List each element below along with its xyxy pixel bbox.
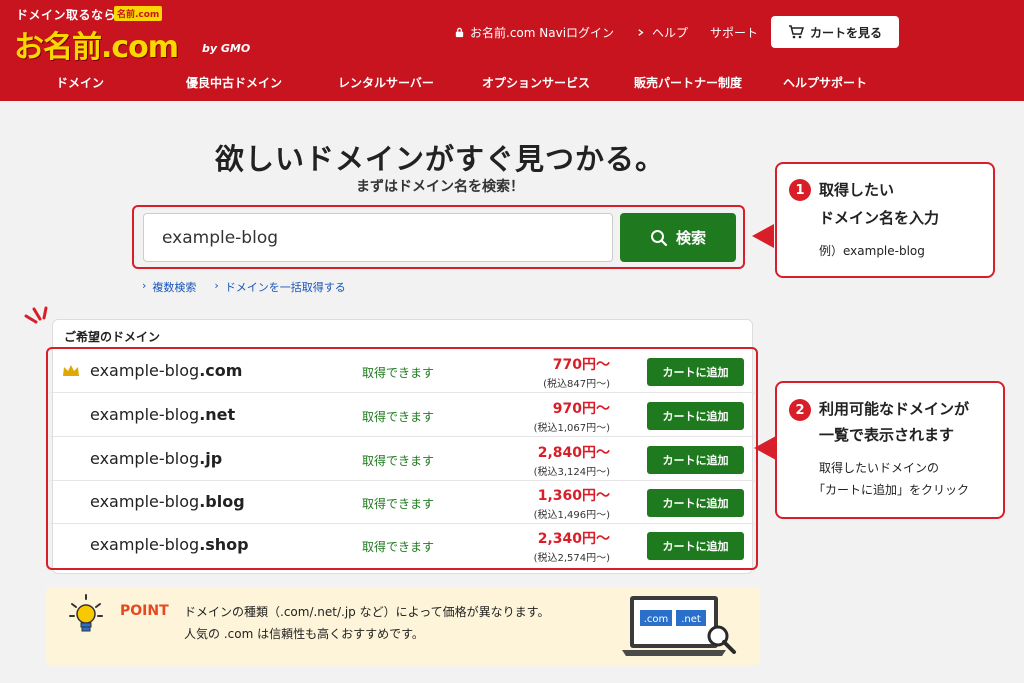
callout-step-2: 2 利用可能なドメインが 一覧で表示されます 取得したいドメインの 「カートに追… [775,381,1005,519]
point-text: ドメインの種類（.com/.net/.jp など）によって価格が異なります。 人… [184,601,549,645]
search-button-label: 検索 [675,229,706,247]
chevron-right-icon: › [142,279,147,292]
top-links: お名前.com Naviログイン ヘルプ サポート [454,24,758,41]
crown-icon [63,365,79,376]
site-header: ドメイン取るなら 名前.com お名前.com by GMO お名前.com N… [0,0,1024,101]
step-number-2: 2 [789,399,811,421]
price: 2,340円～ (税込2,574円～) [534,528,610,564]
callout-step-1: 1 取得したい ドメイン名を入力 例）example-blog [775,162,995,278]
view-cart-label: カートを見る [809,25,882,40]
availability-status: 取得できます [362,366,435,380]
nav-item-used-domain[interactable]: 優良中古ドメイン [186,74,282,91]
domain-search-input[interactable] [143,213,613,262]
lock-icon [455,27,464,38]
help-label: ヘルプ [652,26,689,40]
logo-tagline: ドメイン取るなら [16,8,117,22]
navi-login-label: お名前.com Naviログイン [470,26,615,40]
price-tax: (税込2,574円～) [533,553,610,564]
laptop-tag-net: .net [681,614,701,625]
laptop-illustration-icon: .com .net [622,596,736,656]
domain-name: example-blog.com [90,361,243,380]
price-tax: (税込847円～) [543,379,610,390]
main-nav: ドメイン 優良中古ドメイン レンタルサーバー オプションサービス 販売パートナー… [0,74,1024,94]
price: 970円～ (税込1,067円～) [534,398,610,434]
cart-icon [788,25,804,39]
price-tax: (税込3,124円～) [533,467,610,478]
support-label: サポート [710,26,759,40]
price: 2,840円～ (税込3,124円～) [534,442,610,478]
price-tax: (税込1,496円～) [533,510,610,521]
nav-item-help-support[interactable]: ヘルプサポート [783,74,867,91]
result-row: example-blog.jp 取得できます 2,840円～ (税込3,124円～… [50,438,755,481]
logo[interactable]: ドメイン取るなら 名前.com お名前.com by GMO [14,6,254,65]
price: 1,360円～ (税込1,496円～) [534,485,610,521]
domain-name: example-blog.shop [90,535,249,554]
availability-status: 取得できます [362,540,435,554]
add-to-cart-button[interactable]: カートに追加 [647,358,744,386]
nav-item-domain[interactable]: ドメイン [56,74,104,91]
navi-login-link[interactable]: お名前.com Naviログイン [454,24,614,41]
view-cart-button[interactable]: カートを見る [771,16,899,48]
result-row: example-blog.net 取得できます 970円～ (税込1,067円～)… [50,394,755,437]
search-icon [650,229,668,246]
price-main: 970円～ [552,401,610,417]
page-subtitle: まずはドメイン名を検索！ [356,179,524,195]
domain-name: example-blog.blog [90,492,245,511]
laptop-tag-com: .com [644,614,669,625]
callout1-example: 例）example-blog [819,244,925,258]
result-row: example-blog.com 取得できます 770円～ (税込847円～) カ… [50,350,755,393]
logo-badge: 名前.com [114,6,163,21]
callout2-text-line2: 「カートに追加」をクリック [813,483,970,497]
callout1-title-line1: 取得したい [819,181,895,199]
availability-status: 取得できます [362,497,435,511]
nav-item-option-service[interactable]: オプションサービス [482,74,590,91]
point-line1: ドメインの種類（.com/.net/.jp など）によって価格が異なります。 [184,605,550,619]
price-main: 2,840円～ [537,445,610,461]
help-link[interactable]: ヘルプ [636,24,688,41]
price: 770円～ (税込847円～) [543,354,610,390]
search-button[interactable]: 検索 [620,213,736,262]
point-line2: 人気の .com は信頼性も高くおすすめです。 [184,627,424,641]
chevron-right-icon [638,29,644,36]
price-tax: (税込1,067円～) [533,423,610,434]
add-to-cart-button[interactable]: カートに追加 [647,402,744,430]
multi-search-label: 複数検索 [152,281,197,294]
spark-icon [24,306,48,324]
lightbulb-icon [69,594,103,632]
page-title: 欲しいドメインがすぐ見つかる。 [214,142,665,176]
support-link[interactable]: サポート [710,24,758,41]
domain-name: example-blog.jp [90,449,223,468]
logo-gmo: by GMO [202,42,251,55]
chevron-right-icon: › [214,279,219,292]
callout2-title-line1: 利用可能なドメインが [819,400,970,418]
bulk-acquire-link[interactable]: › ドメインを一括取得する [214,279,345,295]
logo-text: お名前.com [14,30,179,65]
callout-arrow-1 [752,224,774,248]
result-row: example-blog.shop 取得できます 2,340円～ (税込2,574… [50,524,755,567]
availability-status: 取得できます [362,454,435,468]
callout-arrow-2 [754,436,776,460]
search-sublinks: › 複数検索 › ドメインを一括取得する [142,279,346,295]
point-label: POINT [120,603,169,619]
callout2-text-line1: 取得したいドメインの [819,461,940,475]
price-main: 1,360円～ [537,488,610,504]
add-to-cart-button[interactable]: カートに追加 [647,446,744,474]
step-number-1: 1 [789,179,811,201]
multi-search-link[interactable]: › 複数検索 [142,279,196,295]
nav-item-rental-server[interactable]: レンタルサーバー [338,74,434,91]
nav-item-partner[interactable]: 販売パートナー制度 [634,74,742,91]
price-main: 770円～ [552,357,610,373]
result-row: example-blog.blog 取得できます 1,360円～ (税込1,496… [50,481,755,524]
price-main: 2,340円～ [537,531,610,547]
callout2-title-line2: 一覧で表示されます [819,426,955,444]
results-heading: ご希望のドメイン [64,330,161,344]
callout1-title-line2: ドメイン名を入力 [819,209,940,227]
domain-name: example-blog.net [90,405,236,424]
availability-status: 取得できます [362,410,435,424]
add-to-cart-button[interactable]: カートに追加 [647,532,744,560]
bulk-acquire-label: ドメインを一括取得する [224,281,346,294]
add-to-cart-button[interactable]: カートに追加 [647,489,744,517]
